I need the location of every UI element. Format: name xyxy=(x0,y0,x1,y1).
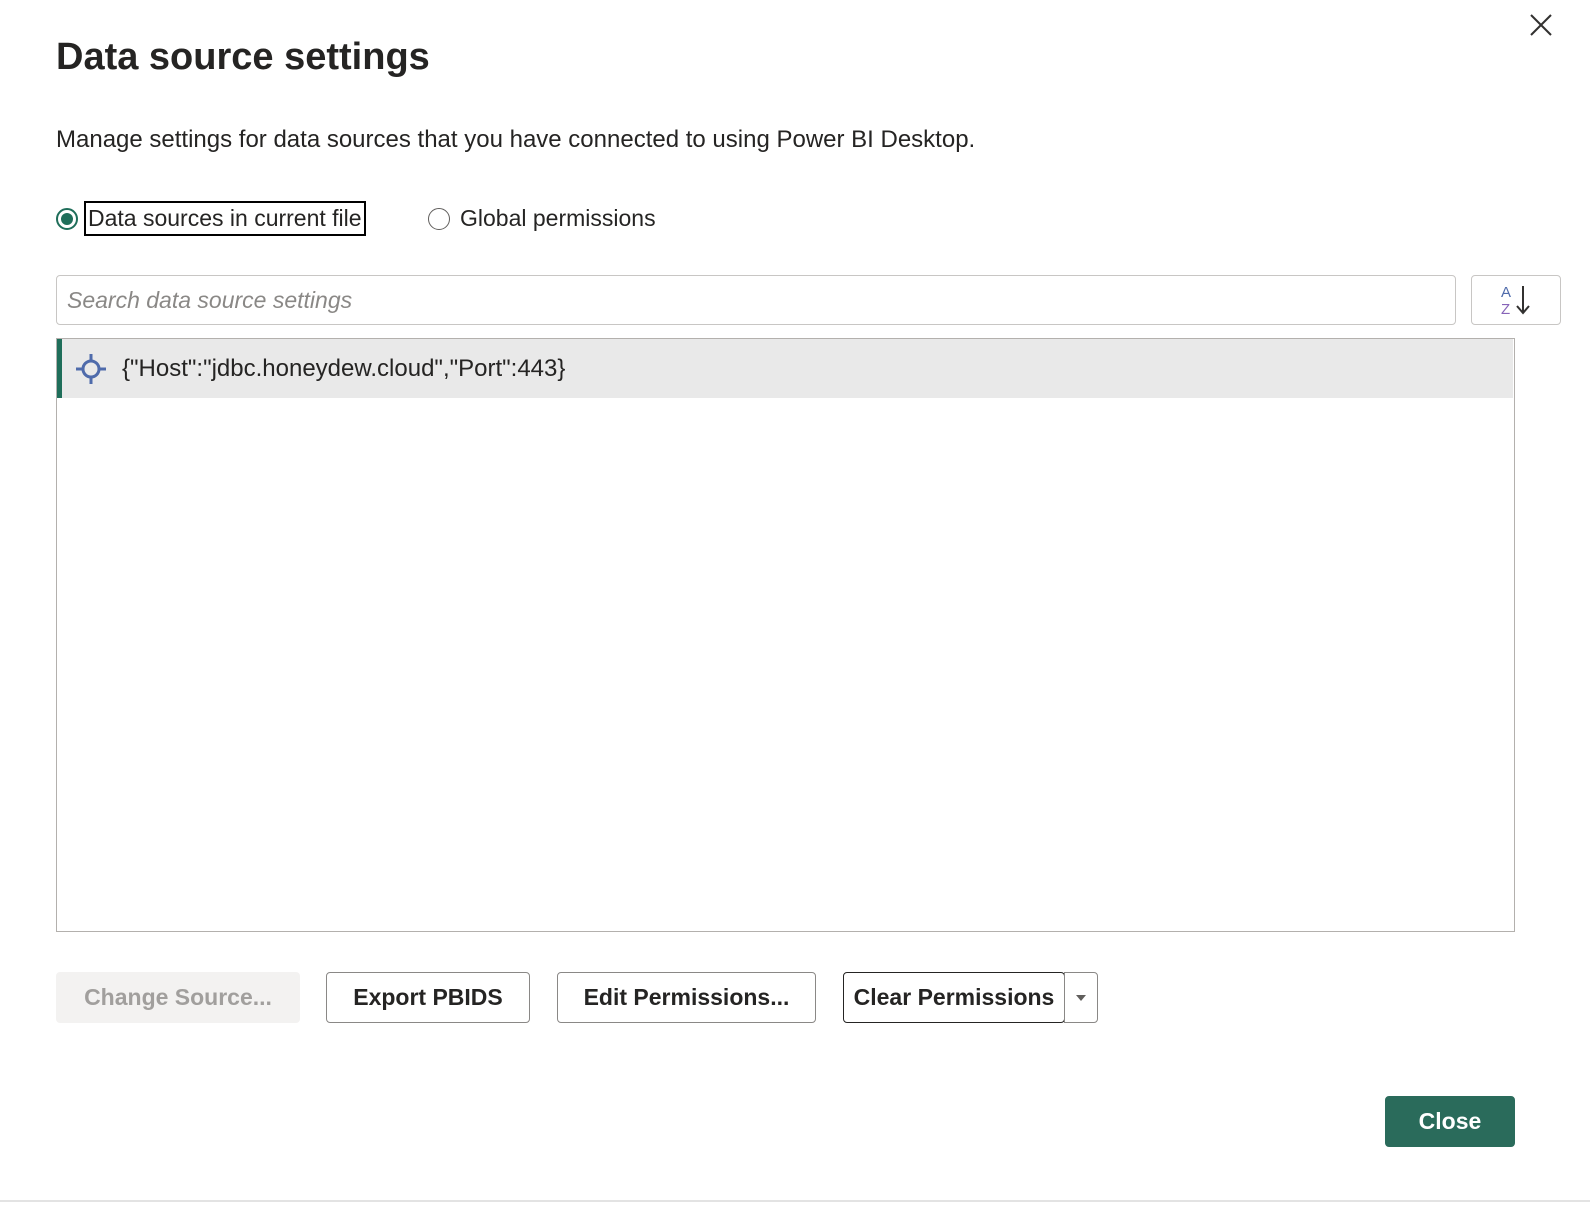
clear-permissions-dropdown[interactable] xyxy=(1064,972,1098,1023)
close-icon[interactable] xyxy=(1522,6,1560,44)
sort-button[interactable]: A Z xyxy=(1471,275,1561,325)
close-button[interactable]: Close xyxy=(1385,1096,1515,1147)
radio-label-current-file: Data sources in current file xyxy=(84,200,366,236)
crosshair-icon xyxy=(74,352,108,386)
clear-permissions-button[interactable]: Clear Permissions xyxy=(843,972,1065,1023)
export-pbids-button[interactable]: Export PBIDS xyxy=(326,972,530,1023)
svg-text:Z: Z xyxy=(1501,301,1510,318)
sort-az-icon: A Z xyxy=(1501,284,1530,318)
radio-dot xyxy=(61,213,73,225)
svg-text:A: A xyxy=(1501,284,1511,301)
chevron-down-icon xyxy=(1076,994,1086,1001)
radio-current-file[interactable]: Data sources in current file xyxy=(56,200,366,236)
list-item[interactable]: {"Host":"jdbc.honeydew.cloud","Port":443… xyxy=(57,339,1513,398)
data-source-list[interactable]: {"Host":"jdbc.honeydew.cloud","Port":443… xyxy=(56,338,1515,932)
dialog-description: Manage settings for data sources that yo… xyxy=(56,126,976,153)
change-source-button[interactable]: Change Source... xyxy=(56,972,300,1023)
radio-global-permissions[interactable]: Global permissions xyxy=(428,200,658,236)
search-input[interactable] xyxy=(56,275,1456,325)
list-item-label: {"Host":"jdbc.honeydew.cloud","Port":443… xyxy=(122,354,566,382)
radio-button-unchecked[interactable] xyxy=(428,208,450,230)
data-source-settings-dialog: Data source settings Manage settings for… xyxy=(0,0,1590,1202)
dialog-title: Data source settings xyxy=(56,36,430,78)
edit-permissions-button[interactable]: Edit Permissions... xyxy=(557,972,816,1023)
radio-label-global-permissions: Global permissions xyxy=(460,204,656,231)
radio-button-checked[interactable] xyxy=(56,208,78,230)
